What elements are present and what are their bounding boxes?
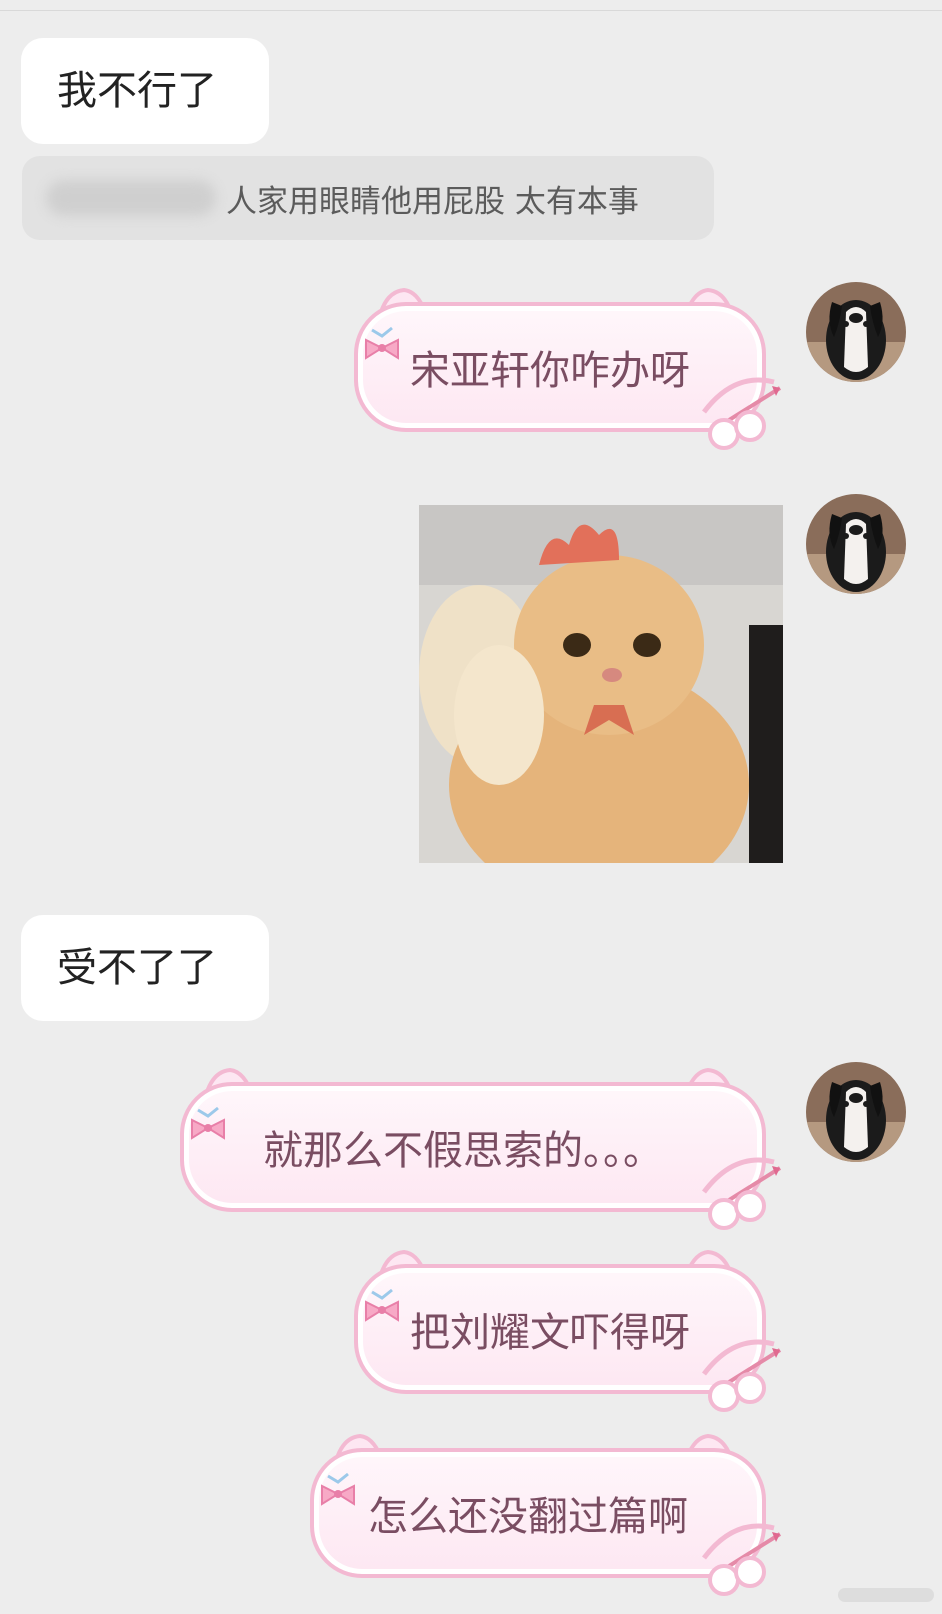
dog-avatar-icon[interactable] [806,494,906,594]
cupid-bow-arrow-icon [702,1523,782,1596]
cupid-bow-arrow-icon [702,1157,782,1230]
cupid-bow-arrow-icon [702,377,782,450]
quote-text: 人家用眼睛他用屁股 太有本事 [226,183,639,220]
dog-avatar-icon[interactable] [806,282,906,382]
outgoing-message-bubble[interactable]: 宋亚轩你咋办呀 [354,288,782,450]
incoming-message-bubble[interactable]: 我不行了 [21,38,269,144]
blurred-username [46,180,216,216]
quoted-message[interactable]: 人家用眼睛他用屁股 太有本事 [22,156,714,240]
outgoing-message-bubble[interactable]: 就那么不假思索的。。。 [180,1068,782,1230]
message-text: 我不行了 [57,68,217,114]
cat-chicken-sticker[interactable] [419,505,783,863]
top-divider [0,10,942,11]
message-text: 宋亚轩你咋办呀 [410,348,690,394]
incoming-message-bubble[interactable]: 受不了了 [21,915,269,1021]
message-text: 受不了了 [57,945,217,991]
cupid-bow-arrow-icon [702,1339,782,1412]
outgoing-message-bubble[interactable]: 把刘耀文吓得呀 [354,1250,782,1412]
message-text: 就那么不假思索的。。。 [263,1128,663,1174]
message-text: 怎么还没翻过篇啊 [368,1494,688,1540]
message-text: 把刘耀文吓得呀 [410,1310,690,1356]
watermark-icon [838,1588,934,1602]
dog-avatar-icon[interactable] [806,1062,906,1162]
outgoing-message-bubble[interactable]: 怎么还没翻过篇啊 [310,1434,782,1596]
